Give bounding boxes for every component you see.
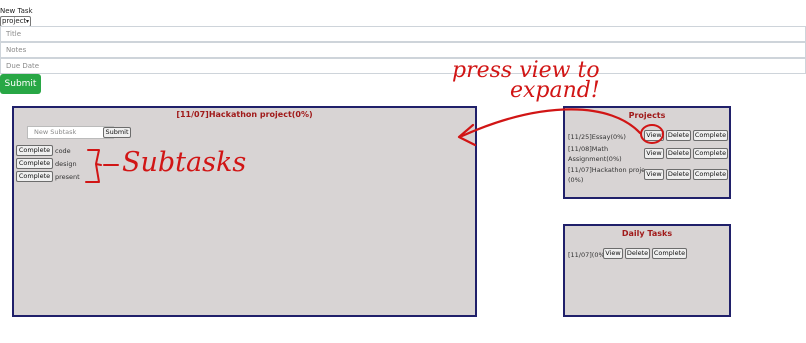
annotation-circle [640,124,664,144]
annotation-brace [85,149,102,183]
annotation-strokes [85,108,664,183]
annotation-arrow [460,108,642,138]
